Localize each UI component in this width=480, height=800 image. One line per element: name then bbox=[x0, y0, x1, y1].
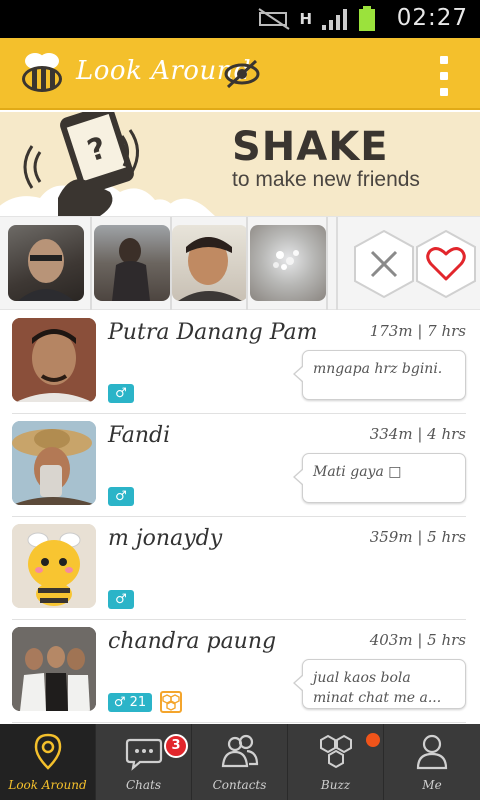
status-icons: H bbox=[257, 6, 376, 32]
chat-bubble-icon bbox=[125, 738, 163, 771]
avatar[interactable] bbox=[12, 421, 96, 505]
eye-hidden-icon[interactable] bbox=[222, 58, 262, 90]
last-message-bubble: mngapa hrz bgini. bbox=[293, 350, 466, 400]
buzz-notification-dot bbox=[366, 733, 380, 747]
tab-me[interactable]: Me bbox=[384, 724, 480, 800]
signal-icon bbox=[322, 9, 347, 30]
list-item[interactable]: chandra paung 403m | 5 hrs ♂ 21 jual kao… bbox=[0, 619, 480, 723]
user-name: Putra Danang Pam bbox=[108, 320, 318, 345]
gender-badge: ♂ bbox=[108, 487, 134, 506]
user-distance-time: 334m | 4 hrs bbox=[369, 425, 466, 443]
tab-look-around[interactable]: Look Around bbox=[0, 724, 96, 800]
shake-banner[interactable]: ? SHAKE to make new friends bbox=[0, 112, 480, 216]
photo-thumbnail[interactable] bbox=[172, 225, 248, 301]
app-bar: Look Around bbox=[0, 38, 480, 110]
strip-divider bbox=[246, 217, 248, 311]
tab-label: Chats bbox=[125, 778, 162, 792]
person-icon bbox=[416, 734, 448, 770]
photo-thumbnail[interactable] bbox=[250, 225, 326, 301]
banner-headline: SHAKE bbox=[232, 124, 389, 170]
list-item[interactable]: m jonaydy 359m | 5 hrs ♂ bbox=[0, 516, 480, 620]
photo-thumbnail[interactable] bbox=[94, 225, 170, 301]
user-name: Fandi bbox=[108, 423, 171, 448]
last-message-bubble: Mati gaya □ bbox=[293, 453, 466, 503]
tab-contacts[interactable]: Contacts bbox=[192, 724, 288, 800]
status-bar: H 02:27 bbox=[0, 0, 480, 38]
avatar[interactable] bbox=[12, 318, 96, 402]
like-button[interactable] bbox=[414, 229, 478, 299]
strip-divider bbox=[336, 217, 338, 311]
network-type-label: H bbox=[299, 10, 312, 28]
avatar[interactable] bbox=[12, 524, 96, 608]
contacts-icon bbox=[221, 734, 259, 768]
gender-badge: ♂ bbox=[108, 384, 134, 403]
shake-phone-illustration: ? bbox=[0, 112, 215, 216]
muted-notification-icon bbox=[258, 8, 290, 30]
user-name: m jonaydy bbox=[108, 526, 223, 551]
user-distance-time: 359m | 5 hrs bbox=[369, 528, 466, 546]
tab-label: Me bbox=[422, 778, 442, 792]
tab-label: Contacts bbox=[212, 778, 267, 792]
list-item[interactable]: Putra Danang Pam 173m | 7 hrs ♂ mngapa h… bbox=[0, 310, 480, 414]
bottom-navigation: Look Around Chats Contacts Buzz Me bbox=[0, 724, 480, 800]
hexagons-icon bbox=[160, 691, 182, 713]
overflow-menu-icon[interactable] bbox=[436, 56, 452, 96]
hexagons-icon bbox=[320, 734, 352, 769]
user-distance-time: 173m | 7 hrs bbox=[369, 322, 466, 340]
battery-icon bbox=[359, 6, 375, 31]
gender-age-badge: ♂ 21 bbox=[108, 693, 152, 712]
user-distance-time: 403m | 5 hrs bbox=[369, 631, 466, 649]
user-name: chandra paung bbox=[108, 629, 277, 654]
nearby-user-list: Putra Danang Pam 173m | 7 hrs ♂ mngapa h… bbox=[0, 310, 480, 724]
photo-thumbnail[interactable] bbox=[8, 225, 84, 301]
tab-label: Buzz bbox=[320, 778, 351, 792]
list-item[interactable]: Fandi 334m | 4 hrs ♂ Mati gaya □ bbox=[0, 413, 480, 517]
reject-button[interactable] bbox=[352, 229, 416, 299]
banner-subline: to make new friends bbox=[232, 168, 420, 191]
last-message-bubble: jual kaos bola minat chat me a... bbox=[293, 659, 466, 709]
strip-divider bbox=[326, 217, 328, 311]
avatar[interactable] bbox=[12, 627, 96, 711]
photo-strip bbox=[0, 216, 480, 311]
strip-divider bbox=[90, 217, 92, 311]
chats-unread-badge: 3 bbox=[164, 734, 188, 758]
location-pin-icon bbox=[34, 733, 62, 770]
row-divider bbox=[12, 722, 466, 723]
gender-badge: ♂ bbox=[108, 590, 134, 609]
tab-label: Look Around bbox=[8, 778, 87, 792]
clock: 02:27 bbox=[396, 5, 468, 31]
bee-logo-icon[interactable] bbox=[18, 51, 66, 97]
